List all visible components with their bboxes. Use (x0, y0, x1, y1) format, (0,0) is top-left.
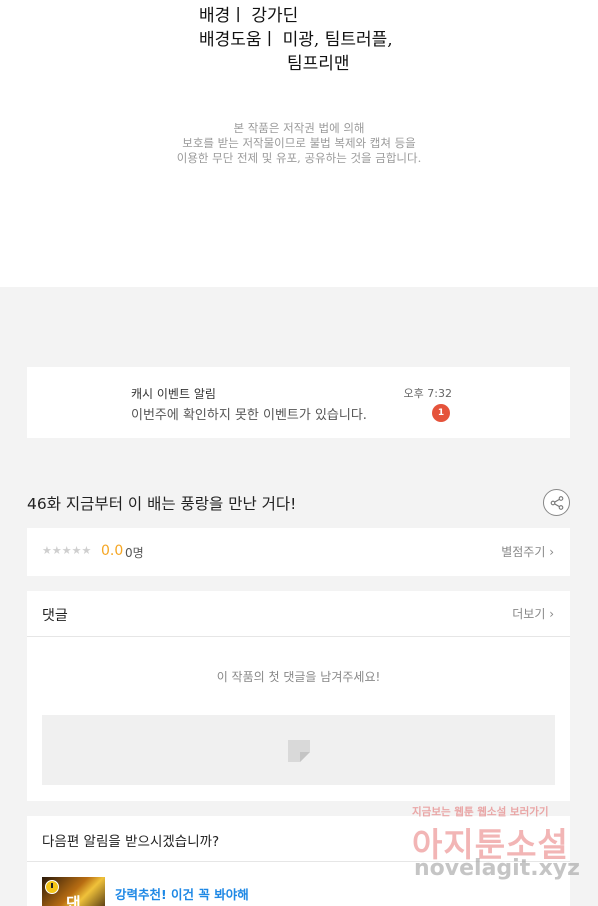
credit-background-assist-cont: 팀프리맨 (287, 54, 350, 74)
share-icon (550, 496, 564, 510)
next-episode-divider (27, 861, 570, 862)
credits-area: 배경ㅣ 강가딘 배경도움ㅣ 미광, 팀트러플, 팀프리맨 본 작품은 저작권 법… (0, 0, 598, 287)
empty-comment-message: 이 작품의 첫 댓글을 남겨주세요! (216, 670, 381, 684)
notification-time: 오후 7:32 (403, 387, 452, 400)
clock-icon (45, 880, 59, 894)
thumbnail-glyph: 댄 (66, 894, 81, 906)
comments-card: 댓글 더보기 › 이 작품의 첫 댓글을 남겨주세요! (27, 591, 570, 801)
rating-stars: ★★★★★ (42, 544, 92, 557)
credit-background: 배경ㅣ 강가딘 (199, 6, 299, 26)
comments-divider (27, 636, 570, 637)
notification-title: 캐시 이벤트 알림 (131, 387, 216, 401)
comment-placeholder-icon (288, 740, 310, 762)
rate-button[interactable]: 별점주기 › (501, 543, 554, 560)
next-episode-question: 다음편 알림을 받으시겠습니까? (42, 834, 220, 850)
recommendation-link[interactable]: 강력추천! 이건 꼭 봐야해 (115, 884, 249, 903)
share-button[interactable] (543, 489, 570, 516)
event-notification-card[interactable]: 캐시 이벤트 알림 이번주에 확인하지 못한 이벤트가 있습니다. 오후 7:3… (27, 367, 570, 438)
rating-score: 0.0 (101, 543, 124, 559)
comments-more-link[interactable]: 더보기 › (512, 605, 554, 622)
recommendation-thumbnail[interactable]: 댄 (42, 877, 105, 906)
notification-message: 이번주에 확인하지 못한 이벤트가 있습니다. (131, 408, 367, 423)
comments-header: 댓글 (42, 608, 68, 624)
credit-background-assist: 배경도움ㅣ 미광, 팀트러플, (199, 30, 393, 50)
comment-input-box[interactable] (42, 715, 555, 785)
rating-count: 0명 (125, 546, 144, 560)
rating-card: ★★★★★ 0.0 0명 별점주기 › (27, 528, 570, 576)
notification-badge: 1 (432, 404, 450, 422)
copyright-notice-3: 이용한 무단 전제 및 유포, 공유하는 것을 금합니다. (176, 151, 422, 165)
next-episode-card: 다음편 알림을 받으시겠습니까? 댄 강력추천! 이건 꼭 봐야해 (27, 816, 570, 906)
episode-title: 46화 지금부터 이 배는 풍랑을 만난 거다! (27, 495, 297, 513)
